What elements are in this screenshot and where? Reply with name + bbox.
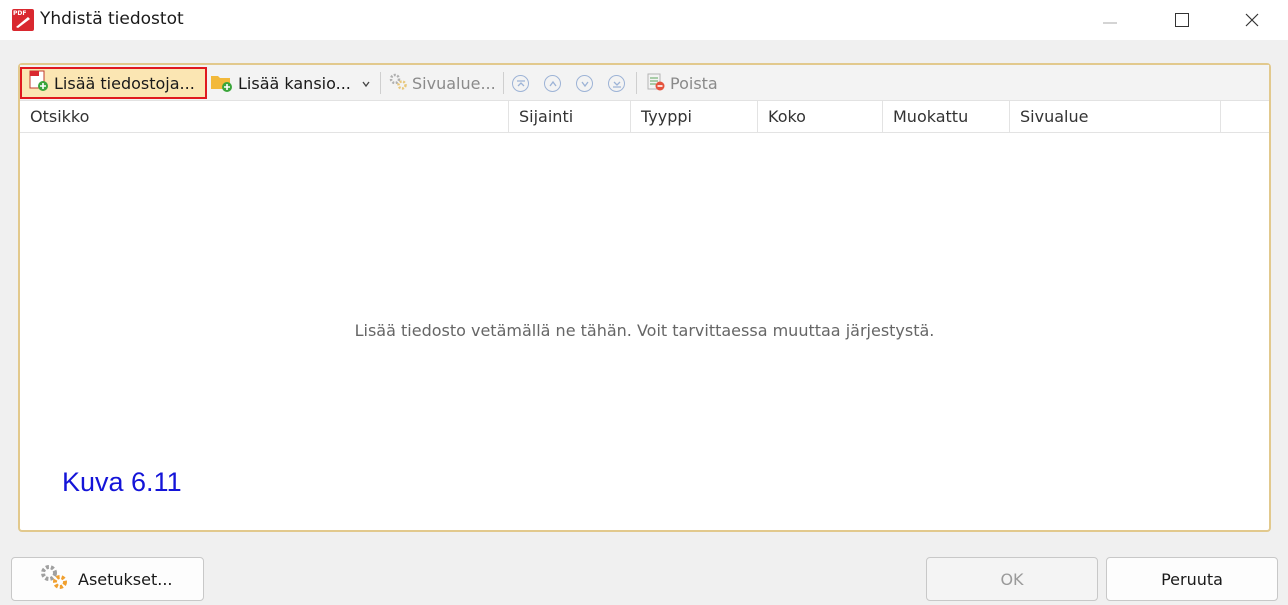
empty-list-message: Lisää tiedosto vetämällä ne tähän. Voit …	[354, 321, 935, 340]
maximize-button[interactable]	[1152, 0, 1212, 40]
toolbar-separator	[380, 72, 381, 94]
settings-label: Asetukset...	[78, 569, 173, 589]
column-header-modified[interactable]: Muokattu	[883, 101, 1010, 133]
move-to-top-icon[interactable]	[512, 75, 529, 92]
delete-icon	[646, 72, 666, 96]
delete-label: Poista	[670, 74, 718, 93]
gear-icon	[388, 72, 408, 96]
chevron-down-icon[interactable]	[361, 74, 371, 93]
add-file-icon	[28, 70, 50, 96]
delete-button[interactable]: Poista	[646, 69, 718, 98]
app-icon: PDF	[12, 9, 34, 31]
column-header-page-range[interactable]: Sivualue	[1010, 101, 1221, 133]
page-range-button[interactable]: Sivualue...	[388, 69, 496, 98]
close-button[interactable]	[1222, 0, 1282, 40]
title-bar: PDF Yhdistä tiedostot	[0, 0, 1288, 40]
settings-button[interactable]: Asetukset...	[11, 557, 204, 601]
add-folder-label: Lisää kansio...	[238, 74, 351, 93]
column-header-size[interactable]: Koko	[758, 101, 883, 133]
move-up-icon[interactable]	[544, 75, 561, 92]
toolbar-separator	[636, 72, 637, 94]
merge-files-panel: Lisää tiedostoja... Lisää kansio... Sivu…	[18, 63, 1271, 532]
window-title: Yhdistä tiedostot	[40, 9, 184, 29]
move-to-bottom-icon[interactable]	[608, 75, 625, 92]
column-header-location[interactable]: Sijainti	[509, 101, 631, 133]
table-header: Otsikko Sijainti Tyyppi Koko Muokattu Si…	[20, 101, 1269, 133]
page-range-label: Sivualue...	[412, 74, 496, 93]
add-files-label: Lisää tiedostoja...	[54, 73, 195, 93]
minimize-button[interactable]	[1080, 0, 1140, 40]
add-folder-icon	[210, 71, 234, 97]
toolbar-separator	[503, 72, 504, 94]
move-down-icon[interactable]	[576, 75, 593, 92]
toolbar: Lisää tiedostoja... Lisää kansio... Sivu…	[20, 65, 1269, 101]
ok-button[interactable]: OK	[926, 557, 1098, 601]
add-folder-button[interactable]: Lisää kansio...	[210, 69, 371, 98]
settings-gear-icon	[38, 563, 72, 595]
figure-label: Kuva 6.11	[62, 467, 182, 497]
add-files-button[interactable]: Lisää tiedostoja...	[20, 67, 207, 99]
column-header-title[interactable]: Otsikko	[20, 101, 509, 133]
column-header-type[interactable]: Tyyppi	[631, 101, 758, 133]
cancel-button[interactable]: Peruuta	[1106, 557, 1278, 601]
